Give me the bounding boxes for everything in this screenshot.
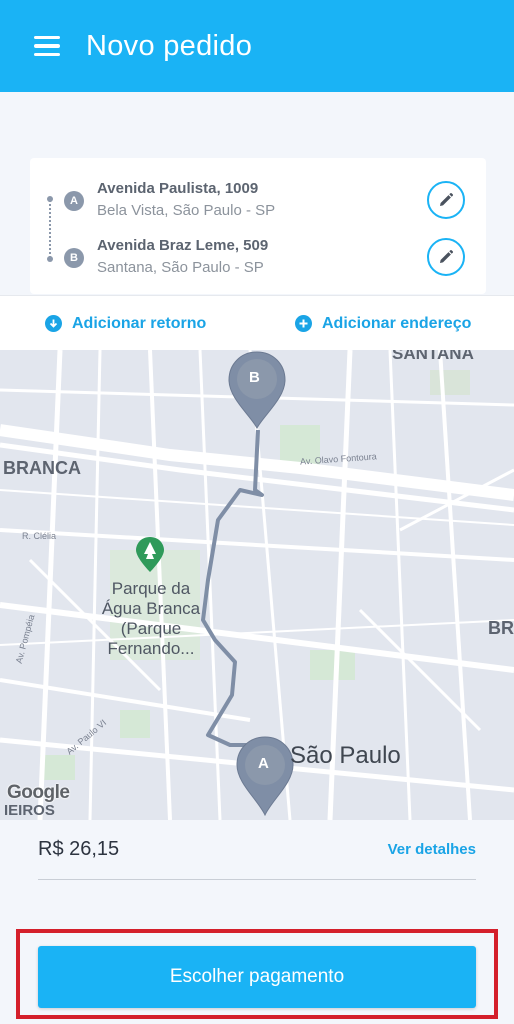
route-actions-bar: Adicionar retorno Adicionar endereço	[0, 295, 514, 350]
stop-a-area: Bela Vista, São Paulo - SP	[97, 202, 276, 219]
stop-a-street: Avenida Paulista, 1009	[97, 180, 259, 197]
divider	[38, 879, 476, 880]
map-label-park-line1: Parque da	[111, 579, 191, 598]
map-label-r-clelia: R. Clélia	[22, 531, 57, 541]
map-label-br: BR	[488, 618, 514, 638]
edit-stop-b-button[interactable]	[427, 238, 465, 276]
map-label-sao-paulo: São Paulo	[290, 742, 401, 769]
pencil-icon	[440, 249, 454, 263]
stop-b-area: Santana, São Paulo - SP	[97, 259, 264, 276]
map-pin-a-label: A	[258, 755, 269, 772]
add-address-label: Adicionar endereço	[322, 314, 472, 332]
route-map[interactable]: SANTANA BRANCA Av. Olavo Fontoura R. Clé…	[0, 350, 514, 820]
page-title: Novo pedido	[86, 29, 253, 62]
choose-payment-button[interactable]: Escolher pagamento	[38, 946, 476, 1008]
view-details-link[interactable]: Ver detalhes	[388, 841, 476, 858]
map-label-park-line2: Água Branca	[101, 599, 201, 618]
stop-b-street: Avenida Braz Leme, 509	[97, 237, 269, 254]
edit-stop-a-button[interactable]	[427, 181, 465, 219]
pencil-icon	[440, 192, 454, 206]
arrow-down-circle-icon	[45, 315, 62, 332]
add-return-button[interactable]: Adicionar retorno	[45, 296, 206, 351]
app-bar: Novo pedido	[0, 0, 514, 92]
map-label-santana: SANTANA	[392, 350, 474, 363]
map-label-park: Parque da Água Branca (Parque Fernando..…	[92, 579, 210, 659]
stop-a[interactable]: A Avenida Paulista, 1009 Bela Vista, São…	[30, 178, 486, 228]
google-logo: Google	[7, 782, 70, 803]
map-pin-b-label: B	[249, 369, 260, 386]
plus-circle-icon	[295, 315, 312, 332]
map-label-branca: BRANCA	[3, 458, 81, 478]
price-summary: R$ 26,15 Ver detalhes	[0, 820, 514, 930]
price-value: R$ 26,15	[38, 838, 120, 860]
route-card: A Avenida Paulista, 1009 Bela Vista, São…	[30, 158, 486, 294]
stop-a-badge: A	[64, 191, 84, 211]
map-label-park-line3: (Parque	[120, 619, 182, 638]
map-label-park-line4: Fernando...	[107, 639, 195, 658]
stop-b-badge: B	[64, 248, 84, 268]
add-address-button[interactable]: Adicionar endereço	[295, 296, 471, 351]
add-return-label: Adicionar retorno	[72, 314, 207, 332]
map-label-perdizes: IEIROS	[4, 802, 55, 819]
stop-b[interactable]: B Avenida Braz Leme, 509 Santana, São Pa…	[30, 235, 486, 285]
menu-icon[interactable]	[34, 26, 74, 66]
